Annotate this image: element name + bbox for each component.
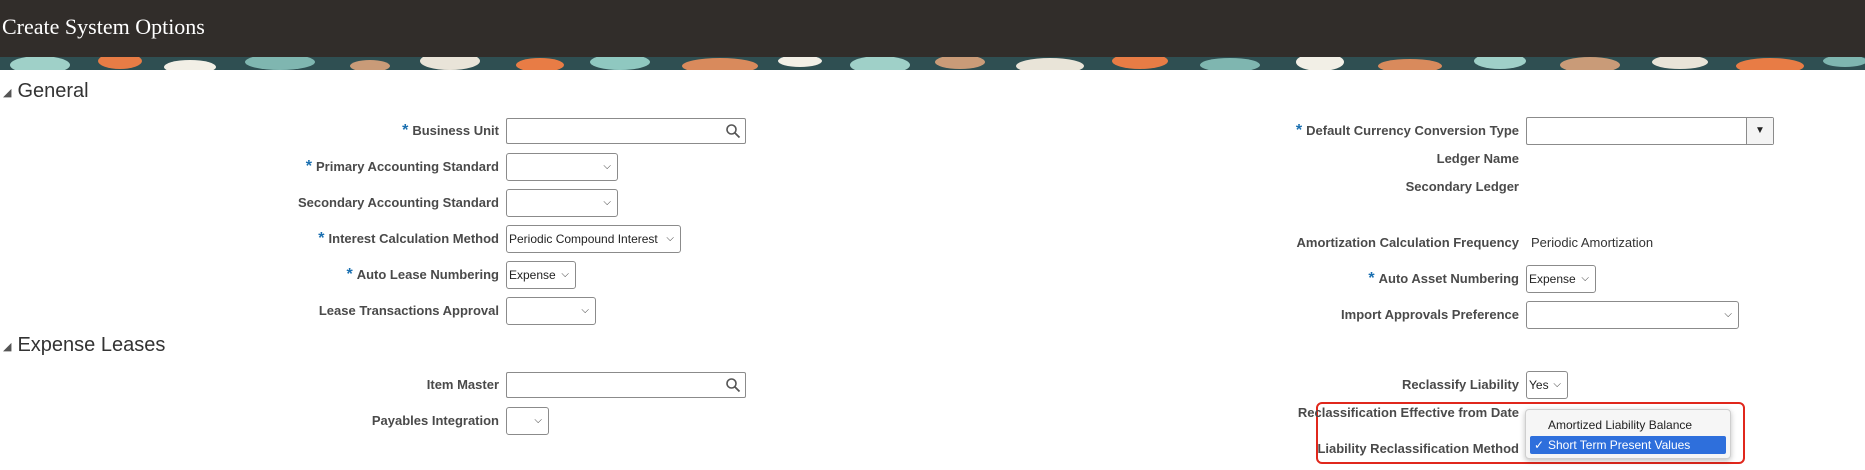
- interest-calculation-method-label: * Interest Calculation Method: [318, 230, 499, 247]
- secondary-accounting-standard-select[interactable]: ⌵: [506, 189, 618, 217]
- business-unit-input[interactable]: [506, 118, 746, 144]
- chevron-down-icon: ⌵: [666, 233, 674, 244]
- chevron-down-icon: ⌵: [561, 269, 569, 280]
- chevron-down-icon: ⌵: [1724, 309, 1732, 320]
- auto-asset-numbering-label: * Auto Asset Numbering: [1368, 270, 1519, 287]
- reclassification-effective-from-date-label: Reclassification Effective from Date: [1297, 405, 1519, 420]
- liability-reclassification-method-label: Liability Reclassification Method: [1317, 441, 1519, 456]
- decorative-banner: [0, 57, 1865, 70]
- primary-accounting-standard-select[interactable]: ⌵: [506, 153, 618, 181]
- dropdown-option-short-term-present-values[interactable]: ✓ Short Term Present Values: [1530, 436, 1726, 454]
- page-header: Create System Options: [0, 0, 1865, 57]
- auto-lease-numbering-label: * Auto Lease Numbering: [346, 266, 499, 283]
- lease-transactions-approval-label: Lease Transactions Approval: [318, 303, 499, 318]
- primary-accounting-standard-label: * Primary Accounting Standard: [305, 158, 499, 175]
- chevron-down-icon: ⌵: [581, 305, 589, 316]
- chevron-down-icon: ⌵: [1581, 273, 1589, 284]
- magnifier-icon[interactable]: [725, 123, 741, 139]
- item-master-input[interactable]: [506, 372, 746, 398]
- dropdown-triangle-icon[interactable]: ▼: [1746, 118, 1773, 144]
- amortization-calculation-frequency-value: Periodic Amortization: [1531, 235, 1654, 250]
- check-icon: ✓: [1534, 438, 1545, 452]
- section-general[interactable]: ◢ General: [3, 80, 89, 103]
- section-expense-leases[interactable]: ◢ Expense Leases: [3, 334, 165, 357]
- lease-transactions-approval-select[interactable]: ⌵: [506, 297, 596, 325]
- payables-integration-select[interactable]: ⌵: [506, 407, 549, 435]
- item-master-label: Item Master: [426, 377, 499, 392]
- payables-integration-label: Payables Integration: [371, 413, 499, 428]
- liability-reclassification-method-dropdown[interactable]: Amortized Liability Balance ✓ Short Term …: [1525, 409, 1731, 459]
- reclassify-liability-select[interactable]: Yes ⌵: [1526, 371, 1568, 399]
- magnifier-icon[interactable]: [725, 377, 741, 393]
- reclassify-liability-label: Reclassify Liability: [1401, 377, 1519, 392]
- chevron-down-icon: ⌵: [1553, 379, 1561, 390]
- chevron-down-icon: ⌵: [534, 415, 542, 426]
- secondary-ledger-label: Secondary Ledger: [1405, 179, 1519, 194]
- section-expense-leases-title: Expense Leases: [17, 334, 166, 356]
- auto-lease-numbering-select[interactable]: Expense ⌵: [506, 261, 576, 289]
- chevron-down-icon: ⌵: [603, 197, 611, 208]
- secondary-accounting-standard-label: Secondary Accounting Standard: [297, 195, 499, 210]
- import-approvals-preference-label: Import Approvals Preference: [1341, 307, 1519, 322]
- page-title: Create System Options: [2, 14, 205, 39]
- dropdown-option-amortized-liability-balance[interactable]: Amortized Liability Balance: [1530, 416, 1726, 434]
- section-general-title: General: [17, 80, 89, 102]
- triangle-collapse-icon[interactable]: ◢: [3, 86, 11, 99]
- default-currency-conversion-type-label: * Default Currency Conversion Type: [1295, 122, 1519, 139]
- import-approvals-preference-select[interactable]: ⌵: [1526, 301, 1739, 329]
- interest-calculation-method-select[interactable]: Periodic Compound Interest ⌵: [506, 225, 681, 253]
- amortization-calculation-frequency-label: Amortization Calculation Frequency: [1296, 235, 1519, 250]
- auto-asset-numbering-select[interactable]: Expense ⌵: [1526, 265, 1596, 293]
- business-unit-label: * Business Unit: [402, 122, 499, 139]
- triangle-collapse-icon[interactable]: ◢: [3, 340, 11, 353]
- chevron-down-icon: ⌵: [603, 161, 611, 172]
- default-currency-conversion-type-combo[interactable]: ▼: [1526, 117, 1774, 145]
- ledger-name-label: Ledger Name: [1436, 151, 1519, 166]
